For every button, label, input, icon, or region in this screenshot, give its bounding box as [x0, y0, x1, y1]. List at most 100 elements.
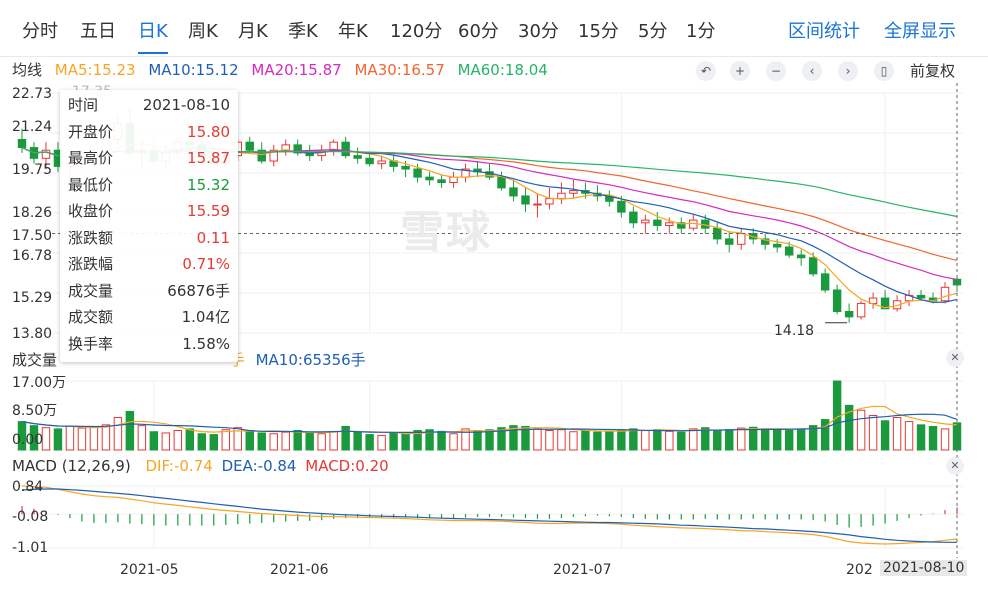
volume-bar	[197, 433, 207, 451]
price-crosshair-label: 17.50	[12, 228, 53, 244]
volume-bar	[173, 430, 183, 451]
tooltip-value: 15.80	[187, 122, 230, 141]
volume-bar	[940, 428, 950, 451]
vol-ma10-label: MA10:65356手	[255, 351, 366, 369]
macd-dif-label: DIF:-0.74	[145, 457, 213, 475]
macd-tick-label: -0.08	[12, 509, 49, 525]
volume-bar	[113, 417, 123, 451]
price-tick-label: 19.75	[12, 162, 53, 178]
tooltip-key: 涨跌幅	[68, 255, 114, 273]
volume-bar	[341, 425, 350, 451]
candle-body	[808, 257, 818, 275]
tooltip-value: 0.71%	[182, 255, 230, 273]
volume-bar	[868, 415, 878, 451]
volume-bar	[772, 429, 782, 451]
macd-histogram	[21, 506, 958, 528]
candle-body	[844, 310, 854, 318]
volume-bar	[689, 428, 698, 451]
volume-bar	[449, 433, 458, 451]
candle-body	[641, 219, 650, 224]
volume-bar	[365, 434, 374, 451]
tooltip-value: 15.87	[187, 149, 230, 167]
volume-bar	[605, 430, 614, 451]
volume-bar	[149, 431, 159, 451]
date-tick-label: 2021-06	[270, 562, 329, 578]
xueqiu-watermark: 雪球	[400, 207, 492, 258]
candle-body	[437, 179, 446, 183]
volume-bar	[377, 434, 386, 451]
price-tick-label: 18.26	[12, 205, 53, 221]
candle-body	[629, 211, 638, 224]
tooltip-value: 0.11	[196, 228, 230, 247]
candle-body	[401, 165, 410, 170]
price-tick-label: 22.73	[12, 86, 53, 102]
tooltip-key: 成交额	[68, 308, 114, 326]
candle-body	[916, 294, 926, 299]
volume-bar	[880, 420, 890, 451]
macd-legend-title: MACD (12,26,9)	[12, 457, 131, 475]
volume-bar	[665, 430, 674, 451]
date-tick-label: 2021-05	[120, 562, 179, 578]
volume-bar	[281, 431, 290, 451]
volume-bar	[305, 432, 314, 451]
candle-body	[820, 273, 830, 291]
tooltip-key: 最高价	[68, 149, 114, 167]
price-tick-label: 15.29	[12, 290, 53, 306]
close-macd-icon[interactable]: ✕	[946, 457, 964, 475]
macd-legend: MACD (12,26,9) DIF:-0.74 DEA:-0.84 MACD:…	[12, 457, 389, 475]
volume-bar	[317, 433, 326, 451]
price-tick-label: 13.80	[12, 326, 53, 342]
tooltip-key: 时间	[68, 96, 99, 114]
volume-legend-title: 成交量	[12, 351, 58, 369]
price-tick-label: 21.24	[12, 119, 53, 135]
candle-body	[17, 138, 27, 149]
volume-bar	[269, 433, 278, 451]
volume-bar	[137, 425, 147, 451]
volume-bar	[928, 425, 938, 451]
candle-body	[725, 238, 734, 245]
candle-body	[784, 246, 794, 256]
volume-bar	[784, 430, 794, 451]
low-marker-label: 14.18	[774, 323, 815, 339]
volume-bar	[557, 429, 566, 451]
volume-bar	[77, 427, 87, 451]
tooltip-key: 换手率	[68, 334, 114, 353]
volume-tick-label: 17.00万	[12, 375, 67, 391]
volume-bar	[725, 429, 734, 451]
candle-body	[856, 302, 866, 318]
volume-bar	[353, 431, 362, 451]
candle-body	[665, 222, 674, 226]
volume-bar	[713, 430, 722, 451]
candle-body	[497, 176, 506, 189]
volume-bar	[125, 410, 135, 451]
date-crosshair-label: 2021-08-10	[880, 560, 968, 576]
volume-bar	[89, 426, 99, 451]
volume-bar	[581, 430, 590, 451]
volume-bar	[245, 430, 254, 451]
macd-tick-label: 0.84	[12, 479, 44, 495]
volume-bar	[437, 430, 446, 451]
candle-body	[353, 155, 362, 159]
volume-bar	[101, 424, 111, 451]
volume-bar	[389, 432, 398, 451]
volume-bar	[257, 432, 266, 451]
candle-body	[737, 233, 746, 245]
tooltip-key: 涨跌额	[68, 228, 114, 247]
candle-body	[569, 190, 578, 194]
volume-bar	[533, 428, 542, 451]
tooltip-key: 成交量	[68, 281, 114, 300]
price-tick-label: 16.78	[12, 248, 53, 264]
candle-body	[341, 141, 350, 157]
close-volume-icon[interactable]: ✕	[946, 349, 964, 367]
volume-bar	[401, 433, 410, 451]
candle-body	[533, 203, 542, 206]
volume-bar	[185, 428, 195, 451]
volume-bar	[641, 430, 650, 451]
volume-bar	[569, 431, 578, 451]
volume-bar	[41, 427, 51, 451]
volume-bar	[701, 427, 710, 451]
volume-bar	[856, 409, 866, 451]
volume-bar	[892, 417, 902, 451]
candle-body	[509, 187, 518, 197]
volume-bar	[593, 431, 602, 451]
